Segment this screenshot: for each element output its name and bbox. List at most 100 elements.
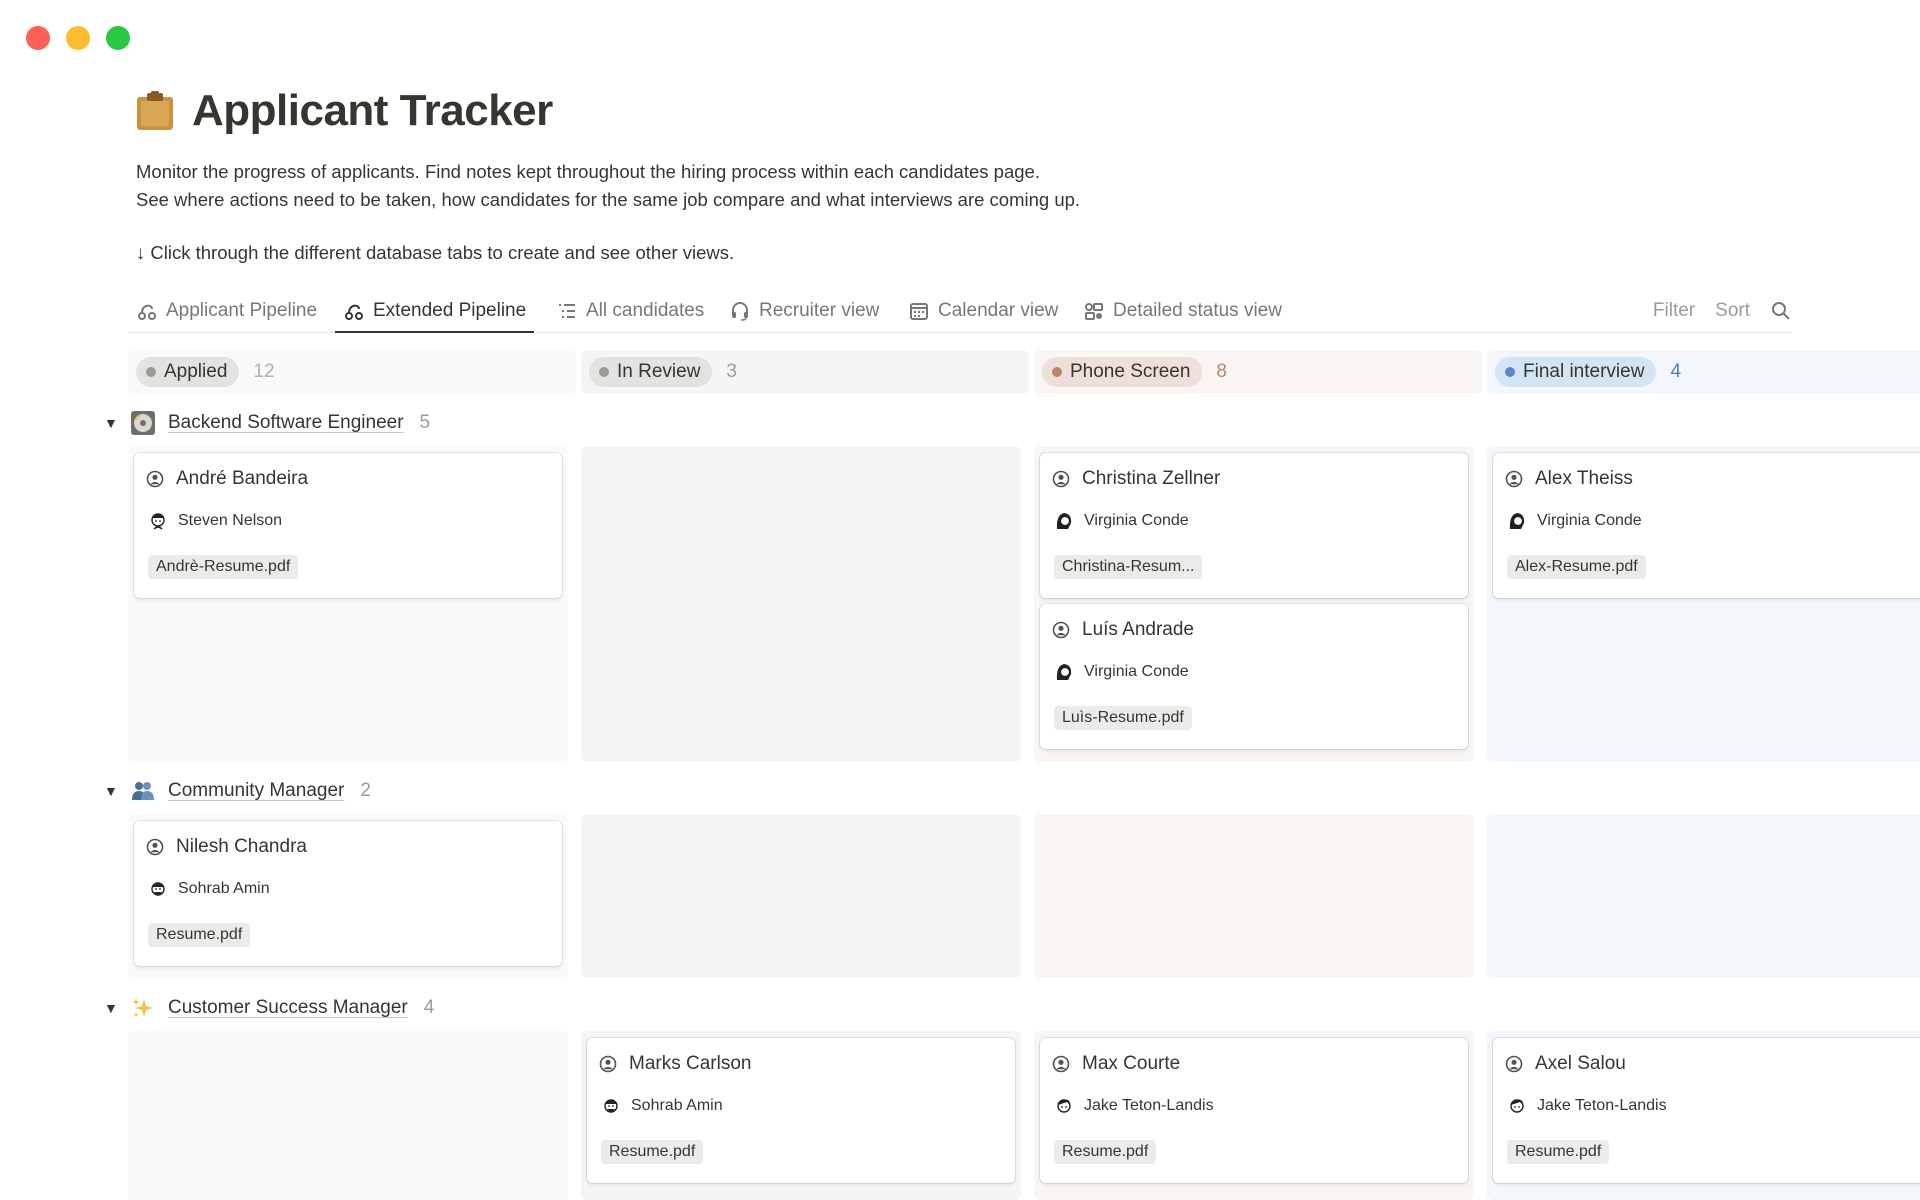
clipboard-icon[interactable] (136, 91, 174, 131)
status-badge: Applied (136, 357, 240, 387)
person-icon (146, 838, 164, 856)
tab-label: Recruiter view (759, 300, 880, 321)
board-cell[interactable] (581, 814, 1021, 978)
column-count: 8 (1216, 361, 1227, 382)
recruiter-name: Virginia Conde (1084, 512, 1189, 529)
column-count: 12 (253, 361, 275, 382)
status-label: Phone Screen (1070, 361, 1191, 382)
candidate-name: Alex Theiss (1535, 468, 1633, 489)
tab-all-candidates[interactable]: All candidates (548, 290, 712, 332)
page-title[interactable]: Applicant Tracker (192, 86, 553, 136)
group-header-backend-software-engineer[interactable]: ▼ Backend Software Engineer 5 (104, 408, 430, 438)
avatar (151, 513, 165, 530)
person-icon (1052, 1055, 1070, 1073)
resume-file[interactable]: Andrè-Resume.pdf (148, 555, 299, 579)
minimize-window-button[interactable] (66, 26, 90, 50)
close-window-button[interactable] (26, 26, 50, 50)
person-icon (1505, 1055, 1523, 1073)
cd-icon (130, 410, 156, 436)
tab-label: Extended Pipeline (373, 300, 527, 321)
people-icon (130, 778, 156, 804)
avatar (1056, 513, 1072, 529)
list-icon (559, 304, 575, 318)
candidate-card[interactable]: Marks Carlson Sohrab Amin Resume.pdf (587, 1038, 1015, 1183)
person-icon (599, 1055, 617, 1073)
sort-button[interactable]: Sort (1715, 300, 1750, 322)
resume-file[interactable]: Alex-Resume.pdf (1507, 555, 1646, 579)
group-name: Community Manager (168, 780, 345, 801)
person-icon (1052, 470, 1070, 488)
database-view-tabs: Applicant Pipeline Extended Pipeline All… (128, 290, 1792, 333)
group-name: Backend Software Engineer (168, 412, 404, 433)
group-name: Customer Success Manager (168, 997, 408, 1018)
avatar (1509, 513, 1525, 529)
candidate-name: Axel Salou (1535, 1053, 1626, 1074)
resume-file[interactable]: Resume.pdf (148, 923, 251, 947)
maximize-window-button[interactable] (106, 26, 130, 50)
resume-file[interactable]: Resume.pdf (1054, 1140, 1157, 1164)
status-label: Applied (164, 361, 228, 382)
sparkles-icon (130, 995, 156, 1021)
tab-extended-pipeline[interactable]: Extended Pipeline (335, 290, 535, 333)
column-header-in-review[interactable]: In Review 3 (581, 350, 1029, 394)
status-badge: In Review (589, 357, 713, 387)
candidate-card[interactable]: Nilesh Chandra Sohrab Amin Resume.pdf (134, 821, 562, 966)
recruiter-name: Sohrab Amin (631, 1097, 723, 1114)
candidate-card[interactable]: Christina Zellner Virginia Conde Christi… (1040, 453, 1468, 598)
status-badge: Final interview (1495, 357, 1657, 387)
board-cell[interactable] (1487, 814, 1920, 978)
calendar-icon (910, 303, 928, 320)
candidate-card[interactable]: Axel Salou Jake Teton-Landis Resume.pdf (1493, 1038, 1920, 1183)
tab-label: All candidates (586, 300, 705, 321)
tab-calendar-view[interactable]: Calendar view (900, 290, 1066, 332)
tab-recruiter-view[interactable]: Recruiter view (721, 290, 887, 332)
avatar (1510, 1099, 1524, 1113)
filter-button[interactable]: Filter (1653, 300, 1695, 322)
candidate-card[interactable]: Luís Andrade Virginia Conde Luìs-Resume.… (1040, 604, 1468, 749)
board-cell[interactable] (581, 446, 1021, 762)
tab-detailed-status-view[interactable]: Detailed status view (1075, 290, 1290, 332)
status-dot (1505, 367, 1515, 377)
avatar (1057, 1099, 1071, 1113)
resume-file[interactable]: Resume.pdf (1507, 1140, 1610, 1164)
headset-icon (732, 302, 748, 321)
recruiter-name: Jake Teton-Landis (1084, 1097, 1214, 1114)
description-line: Monitor the progress of applicants. Find… (136, 161, 1040, 182)
group-header-customer-success-manager[interactable]: ▼ Customer Success Manager 4 (104, 993, 434, 1023)
candidate-card[interactable]: André Bandeira Steven Nelson Andrè-Resum… (134, 453, 562, 598)
person-icon (1052, 621, 1070, 639)
window-controls (26, 26, 130, 50)
pipeline-icon (345, 304, 363, 320)
tab-label: Detailed status view (1113, 300, 1282, 321)
candidate-name: Luís Andrade (1082, 619, 1194, 640)
candidate-name: Marks Carlson (629, 1053, 752, 1074)
group-header-community-manager[interactable]: ▼ Community Manager 2 (104, 776, 371, 806)
column-header-applied[interactable]: Applied 12 (128, 350, 576, 394)
pipeline-icon (138, 304, 156, 320)
page-description: Monitor the progress of applicants. Find… (136, 158, 1836, 214)
status-badge: Phone Screen (1042, 357, 1203, 387)
collapse-caret-icon[interactable]: ▼ (104, 1000, 118, 1016)
board-cell[interactable] (1034, 814, 1474, 978)
resume-file[interactable]: Christina-Resum... (1054, 555, 1203, 579)
candidate-card[interactable]: Max Courte Jake Teton-Landis Resume.pdf (1040, 1038, 1468, 1183)
person-icon (1505, 470, 1523, 488)
search-icon[interactable] (1770, 300, 1792, 322)
tab-applicant-pipeline[interactable]: Applicant Pipeline (128, 290, 325, 332)
column-header-final-interview[interactable]: Final interview 4 (1487, 350, 1920, 394)
column-header-phone-screen[interactable]: Phone Screen 8 (1034, 350, 1482, 394)
resume-file[interactable]: Resume.pdf (601, 1140, 704, 1164)
resume-file[interactable]: Luìs-Resume.pdf (1054, 706, 1192, 730)
collapse-caret-icon[interactable]: ▼ (104, 415, 118, 431)
status-dot (599, 367, 609, 377)
view-toolbar: Filter Sort (1653, 290, 1792, 332)
board-cell[interactable] (128, 1031, 568, 1200)
column-count: 4 (1670, 361, 1682, 382)
candidate-name: Max Courte (1082, 1053, 1181, 1074)
candidate-card[interactable]: Alex Theiss Virginia Conde Alex-Resume.p… (1493, 453, 1920, 598)
collapse-caret-icon[interactable]: ▼ (104, 783, 118, 799)
column-count: 3 (726, 361, 737, 382)
group-count: 4 (423, 997, 435, 1018)
recruiter-name: Jake Teton-Landis (1537, 1097, 1667, 1114)
avatar (604, 1099, 618, 1113)
